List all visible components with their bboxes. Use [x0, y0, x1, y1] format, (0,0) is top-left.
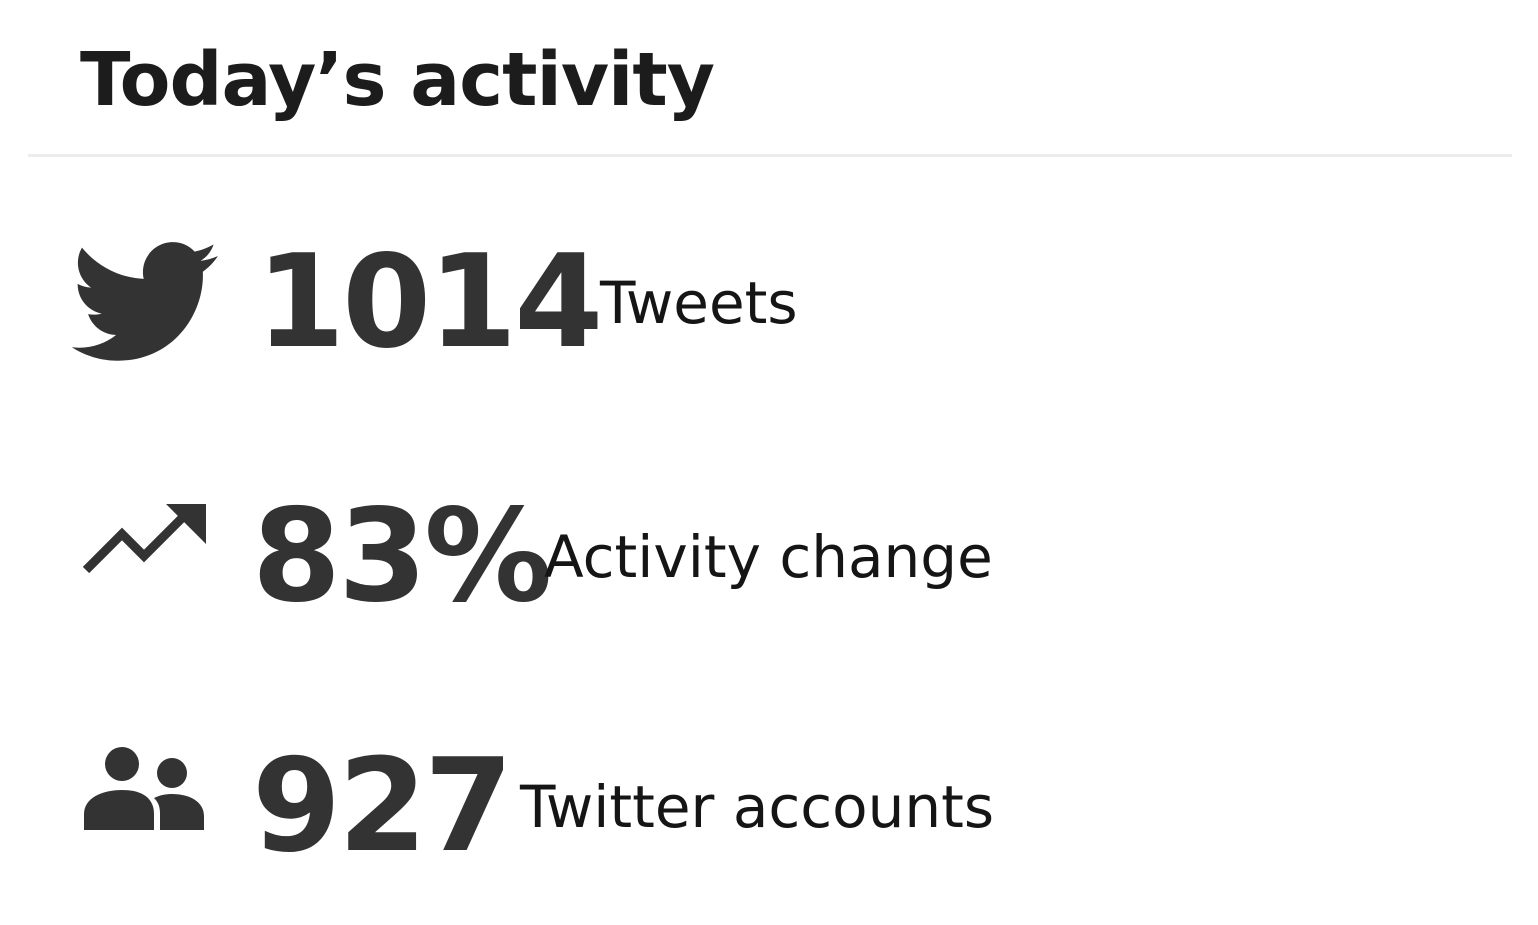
stat-tweets: 1014 Tweets [0, 238, 1538, 368]
stat-label: Twitter accounts [520, 773, 995, 841]
trending-up-icon [70, 492, 220, 622]
people-icon [70, 742, 220, 872]
stat-label: Activity change [544, 523, 993, 591]
title-divider [28, 154, 1512, 157]
panel-title: Today’s activity [80, 37, 715, 123]
stat-twitter-accounts: 927 Twitter accounts [0, 742, 1538, 872]
twitter-bird-icon [70, 238, 220, 368]
stat-activity-change: 83% Activity change [0, 492, 1538, 622]
stat-value: 83% [252, 482, 552, 631]
todays-activity-panel: Today’s activity 1014 Tweets 83% Activit… [0, 0, 1538, 925]
stat-value: 1014 [256, 228, 603, 377]
stat-value: 927 [252, 732, 513, 881]
stat-label: Tweets [600, 269, 798, 337]
